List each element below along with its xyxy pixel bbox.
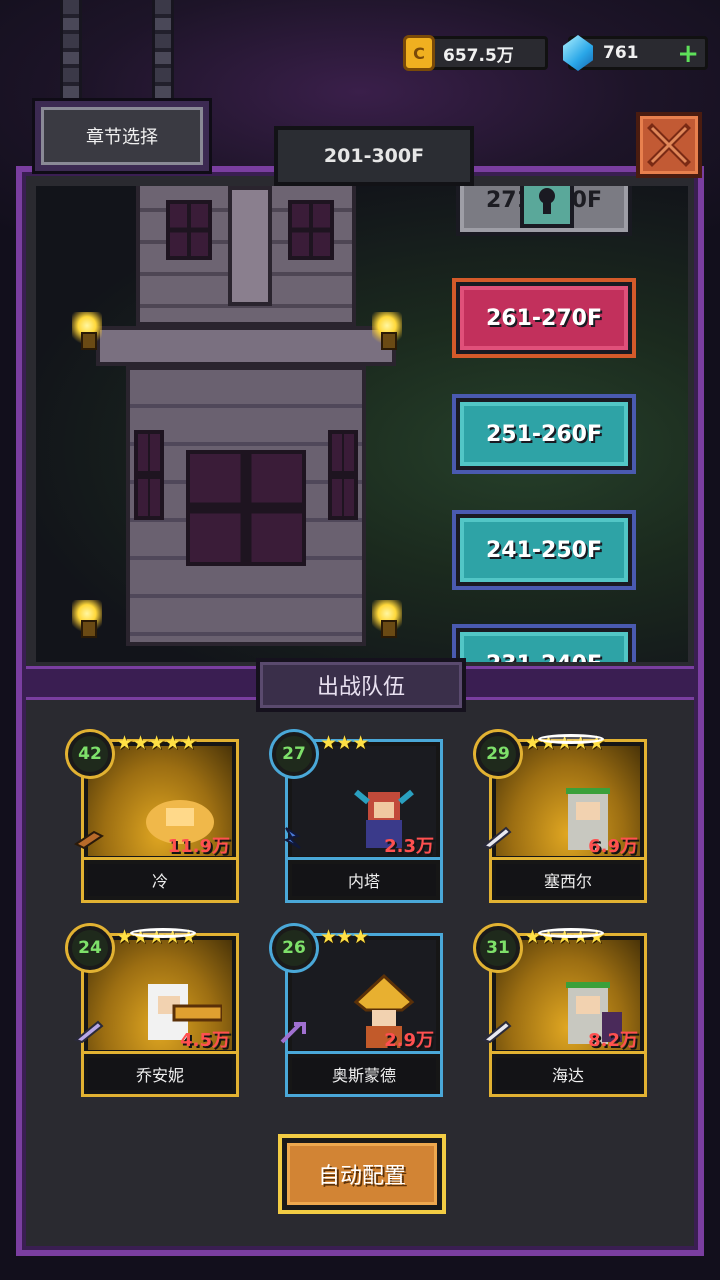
weapon-type-icon <box>283 827 301 849</box>
hero-name: 内塔 <box>288 860 440 900</box>
tower-top <box>136 186 356 326</box>
tower-pillar <box>228 186 272 306</box>
close-icon <box>647 123 691 167</box>
tower-window <box>328 430 358 520</box>
hero-level: 42 <box>68 732 112 776</box>
hero-card[interactable]: 海达 31 ★★★★★ 8.2万 <box>476 926 646 1096</box>
gem-amount: 761 <box>603 43 639 63</box>
tower-main-window <box>186 450 306 566</box>
gold-counter: C 657.5万 <box>403 35 548 71</box>
tower-window <box>166 200 212 260</box>
floor-button-231-240[interactable]: 231-240F <box>456 628 632 662</box>
hero-power: 6.9万 <box>588 836 638 857</box>
torch-icon <box>72 312 102 350</box>
hero-card[interactable]: 内塔 27 ★★★ 2.3万 <box>272 732 442 902</box>
hero-power: 2.3万 <box>384 836 434 857</box>
star-icons: ★★★★★ <box>116 732 197 754</box>
hero-level: 31 <box>476 926 520 970</box>
halo-icon <box>538 928 604 938</box>
hero-power: 11.9万 <box>167 836 230 857</box>
floor-button-271-280[interactable]: 271-280F <box>456 186 632 236</box>
hero-name: 海达 <box>492 1054 644 1094</box>
floor-range-label: 201-300F <box>274 126 474 186</box>
floor-button-label: 261-270F <box>485 305 602 331</box>
hero-level: 29 <box>476 732 520 776</box>
hero-name: 乔安妮 <box>84 1054 236 1094</box>
tower-ledge <box>96 326 396 366</box>
hero-card[interactable]: 塞西尔 29 ★★★★★ 6.9万 <box>476 732 646 902</box>
hero-name: 奥斯蒙德 <box>288 1054 440 1094</box>
auto-config-button[interactable]: 自动配置 <box>282 1138 442 1210</box>
weapon-type-icon <box>74 830 104 850</box>
star-icons: ★★★ <box>320 926 369 948</box>
hero-power: 8.2万 <box>588 1030 638 1051</box>
hero-name: 塞西尔 <box>492 860 644 900</box>
torch-icon <box>372 312 402 350</box>
torch-icon <box>372 600 402 638</box>
plus-icon[interactable]: + <box>677 41 699 67</box>
tower-window <box>288 200 334 260</box>
floor-button-261-270[interactable]: 261-270F <box>456 282 632 354</box>
hero-name: 冷 <box>84 860 236 900</box>
hero-card[interactable]: 乔安妮 24 ★★★★★ 4.5万 <box>68 926 238 1096</box>
tower-window <box>134 430 164 520</box>
torch-icon <box>72 600 102 638</box>
lock-icon <box>520 186 574 228</box>
chain-decoration-left <box>60 0 82 100</box>
halo-icon <box>538 734 604 744</box>
star-icons: ★★★ <box>320 732 369 754</box>
tower-illustration <box>96 186 396 656</box>
hero-level: 26 <box>272 926 316 970</box>
floor-button-label: 241-250F <box>485 537 602 563</box>
gold-amount: 657.5万 <box>443 45 514 66</box>
hero-power: 2.9万 <box>384 1030 434 1051</box>
tower-body <box>126 366 366 646</box>
weapon-type-icon <box>74 1020 104 1044</box>
coin-icon: C <box>403 35 435 71</box>
floor-button-251-260[interactable]: 251-260F <box>456 398 632 470</box>
hero-level: 24 <box>68 926 112 970</box>
floor-button-label: 231-240F <box>486 652 602 663</box>
hero-card[interactable]: 冷 42 ★★★★★ 11.9万 <box>68 732 238 902</box>
hero-card[interactable]: 奥斯蒙德 26 ★★★ 2.9万 <box>272 926 442 1096</box>
chapter-select-label: 章节选择 <box>41 107 203 165</box>
floor-button-label: 251-260F <box>485 421 602 447</box>
weapon-type-icon <box>482 826 512 850</box>
halo-icon <box>130 928 196 938</box>
gem-counter: 761 + <box>563 35 708 71</box>
hero-level: 27 <box>272 732 316 776</box>
gem-icon <box>563 35 593 71</box>
team-title: 出战队伍 <box>256 658 466 712</box>
weapon-type-icon <box>280 1022 306 1044</box>
floor-button-241-250[interactable]: 241-250F <box>456 514 632 586</box>
weapon-type-icon <box>482 1020 512 1044</box>
chain-decoration-right <box>152 0 174 100</box>
close-button[interactable] <box>636 112 702 178</box>
tower-scene: 271-280F 261-270F 251-260F 241-250F 231-… <box>36 186 688 662</box>
chapter-select-button[interactable]: 章节选择 <box>32 98 212 174</box>
hero-power: 4.5万 <box>180 1030 230 1051</box>
